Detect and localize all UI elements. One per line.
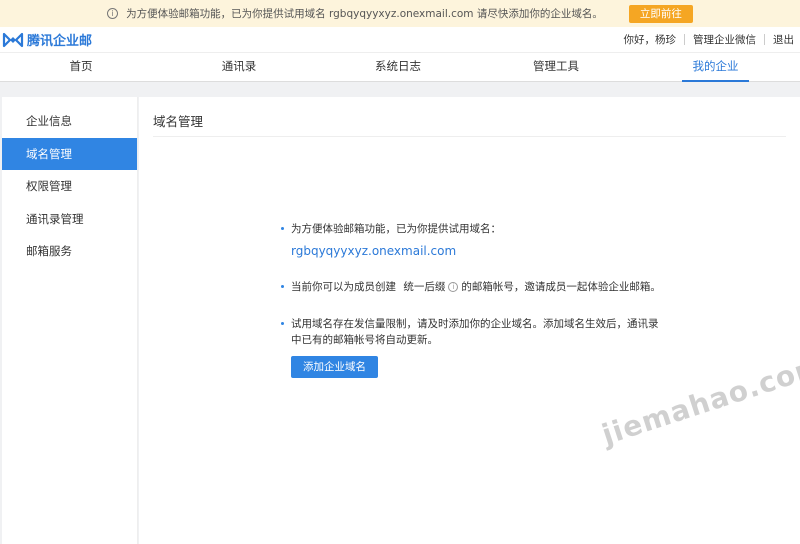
domain-tips: 为方便体验邮箱功能，已为你提供试用域名： rgbqyqyyxyz.onexmai… bbox=[279, 221, 679, 378]
nav-system-log[interactable]: 系统日志 bbox=[368, 53, 428, 82]
unified-suffix-label: 统一后缀 bbox=[403, 281, 446, 293]
info-icon[interactable]: i bbox=[448, 282, 459, 292]
logout-link[interactable]: 退出 bbox=[773, 32, 794, 47]
tip-trial-domain: 为方便体验邮箱功能，已为你提供试用域名： bbox=[279, 221, 679, 237]
sidebar: 企业信息 域名管理 权限管理 通讯录管理 邮箱服务 bbox=[2, 97, 138, 544]
greeting: 你好，杨珍 bbox=[623, 34, 677, 46]
go-now-button[interactable]: 立即前往 bbox=[628, 4, 693, 23]
tip-add-domain-text: 试用域名存在发信量限制，请及时添加你的企业域名。添加域名生效后，通讯录中已有的邮… bbox=[291, 318, 659, 346]
top-nav: 首页 通讯录 系统日志 管理工具 我的企业 bbox=[0, 52, 800, 82]
tip-trial-domain-text: 为方便体验邮箱功能，已为你提供试用域名： bbox=[291, 223, 501, 235]
header-user-area: 你好，杨珍 管理企业微信 退出 bbox=[623, 32, 794, 47]
tip-create-accounts-text-end: 的邮箱帐号，邀请成员一起体验企业邮箱。 bbox=[461, 281, 661, 293]
divider bbox=[764, 34, 765, 45]
notice-bar: i 为方便体验邮箱功能，已为你提供试用域名 rgbqyqyyxyz.onexma… bbox=[0, 0, 800, 27]
nav-my-enterprise[interactable]: 我的企业 bbox=[682, 53, 749, 82]
add-enterprise-domain-button[interactable]: 添加企业域名 bbox=[291, 356, 378, 378]
info-icon: i bbox=[107, 8, 119, 19]
sidebar-item-mail-service[interactable]: 邮箱服务 bbox=[2, 235, 137, 268]
nav-home[interactable]: 首页 bbox=[54, 53, 108, 82]
tip-create-accounts: 当前你可以为成员创建 统一后缀 i 的邮箱帐号，邀请成员一起体验企业邮箱。 bbox=[279, 279, 679, 295]
trial-domain-name: rgbqyqyyxyz.onexmail.com bbox=[291, 244, 457, 258]
nav-contacts[interactable]: 通讯录 bbox=[212, 53, 266, 82]
logo[interactable]: 腾讯企业邮 bbox=[2, 30, 92, 49]
logo-text: 腾讯企业邮 bbox=[27, 34, 93, 49]
sidebar-item-permission-management[interactable]: 权限管理 bbox=[2, 170, 137, 203]
notice-text: 为方便体验邮箱功能，已为你提供试用域名 rgbqyqyyxyz.onexmail… bbox=[126, 8, 603, 20]
main-panel: 域名管理 为方便体验邮箱功能，已为你提供试用域名： rgbqyqyyxyz.on… bbox=[139, 97, 800, 544]
title-divider bbox=[153, 136, 786, 137]
header: 腾讯企业邮 你好，杨珍 管理企业微信 退出 bbox=[0, 27, 800, 52]
divider bbox=[684, 34, 685, 45]
sidebar-item-contacts-management[interactable]: 通讯录管理 bbox=[2, 203, 137, 236]
logo-icon bbox=[2, 32, 24, 47]
tip-add-domain: 试用域名存在发信量限制，请及时添加你的企业域名。添加域名生效后，通讯录中已有的邮… bbox=[279, 316, 664, 348]
page-title: 域名管理 bbox=[153, 114, 204, 129]
tip-create-accounts-text: 当前你可以为成员创建 bbox=[291, 281, 396, 293]
sidebar-item-enterprise-info[interactable]: 企业信息 bbox=[2, 105, 137, 138]
sidebar-item-domain-management[interactable]: 域名管理 bbox=[2, 137, 137, 170]
manage-wechat-link[interactable]: 管理企业微信 bbox=[693, 32, 756, 47]
nav-admin-tools[interactable]: 管理工具 bbox=[526, 53, 586, 82]
